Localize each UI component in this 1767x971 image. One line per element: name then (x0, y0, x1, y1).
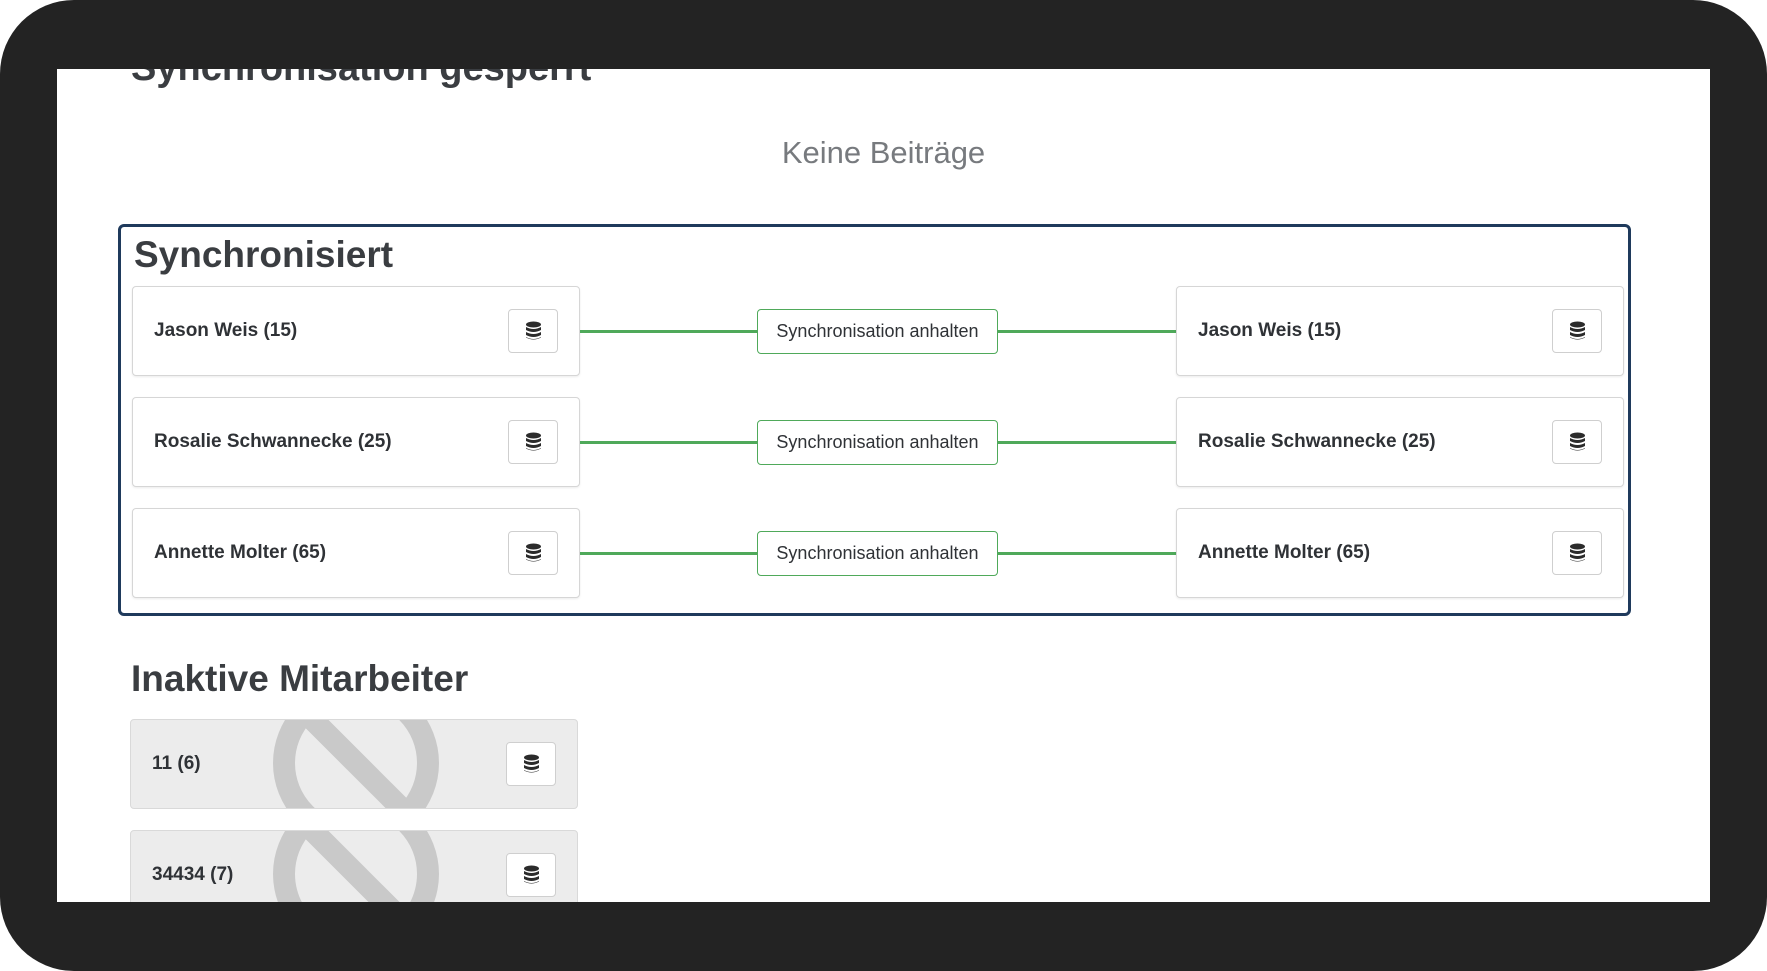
inactive-employee-card[interactable]: 11 (6) (130, 719, 578, 809)
employee-name: Annette Molter (65) (154, 542, 327, 563)
ban-icon (273, 720, 439, 808)
employee-card-left[interactable]: Jason Weis (15) (132, 286, 580, 376)
stop-sync-button[interactable]: Synchronisation anhalten (757, 420, 998, 465)
database-button[interactable] (506, 853, 556, 897)
employee-name: Rosalie Schwannecke (25) (1198, 431, 1436, 452)
section-title-inactive: Inaktive Mitarbeiter (131, 658, 469, 699)
employee-card-right[interactable]: Annette Molter (65) (1176, 508, 1624, 598)
stop-sync-button[interactable]: Synchronisation anhalten (757, 309, 998, 354)
sync-link-line (580, 330, 758, 333)
employee-name: 34434 (7) (152, 864, 234, 885)
employee-card-left[interactable]: Annette Molter (65) (132, 508, 580, 598)
sync-row: Annette Molter (65) Synchronisation anha… (121, 508, 1628, 598)
database-button[interactable] (508, 420, 558, 464)
stop-sync-button[interactable]: Synchronisation anhalten (757, 531, 998, 576)
sync-row: Rosalie Schwannecke (25) Synchronisation… (121, 397, 1628, 487)
sync-row: Jason Weis (15) Synchronisation anhalten… (121, 286, 1628, 376)
sync-link-line (997, 441, 1176, 444)
synced-section: Synchronisiert Jason Weis (15) Synchroni… (118, 224, 1631, 616)
section-title-synced: Synchronisiert (134, 234, 394, 275)
device-frame: Synchronisation gesperrt Keine Beiträge … (0, 0, 1767, 971)
sync-link-line (580, 441, 758, 444)
employee-name: Annette Molter (65) (1198, 542, 1371, 563)
sync-link-line (997, 552, 1176, 555)
employee-name: Rosalie Schwannecke (25) (154, 431, 392, 452)
employee-name: Jason Weis (15) (1198, 320, 1342, 341)
database-icon (1569, 432, 1585, 451)
sync-link-line (580, 552, 758, 555)
section-title-locked: Synchronisation gesperrt (131, 69, 591, 90)
employee-name: 11 (6) (152, 753, 201, 774)
database-button[interactable] (1552, 309, 1602, 353)
database-icon (525, 543, 541, 562)
database-button[interactable] (508, 531, 558, 575)
database-icon (525, 432, 541, 451)
database-button[interactable] (508, 309, 558, 353)
database-icon (525, 321, 541, 340)
database-button[interactable] (1552, 531, 1602, 575)
database-icon (523, 754, 539, 773)
app-screen: Synchronisation gesperrt Keine Beiträge … (57, 69, 1710, 902)
database-button[interactable] (506, 742, 556, 786)
employee-card-left[interactable]: Rosalie Schwannecke (25) (132, 397, 580, 487)
sync-link-line (997, 330, 1176, 333)
database-button[interactable] (1552, 420, 1602, 464)
ban-icon (273, 831, 439, 902)
database-icon (523, 865, 539, 884)
database-icon (1569, 543, 1585, 562)
empty-message: Keine Beiträge (781, 135, 986, 170)
inactive-employee-card[interactable]: 34434 (7) (130, 830, 578, 902)
employee-card-right[interactable]: Jason Weis (15) (1176, 286, 1624, 376)
employee-card-right[interactable]: Rosalie Schwannecke (25) (1176, 397, 1624, 487)
employee-name: Jason Weis (15) (154, 320, 298, 341)
database-icon (1569, 321, 1585, 340)
